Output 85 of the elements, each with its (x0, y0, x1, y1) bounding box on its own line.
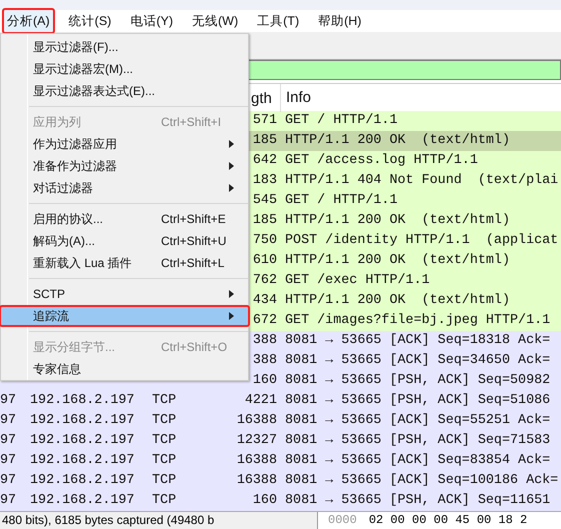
menu-bar-item[interactable]: 帮助(H) (313, 8, 366, 34)
menu-item[interactable]: 启用的协议... Ctrl+Shift+E (0, 208, 250, 230)
column-header[interactable]: gth (251, 90, 272, 106)
packet-row[interactable]: 97 192.168.2.197 TCP 160 8081 → 53665 [PSH, ACK] Seq=11651 (0, 491, 561, 511)
table-cell: 185 (252, 133, 277, 148)
table-cell: 192.168.2.197 (30, 413, 134, 428)
table-cell: 160 (252, 493, 277, 508)
menu-bar-item[interactable]: 无线(W) (187, 8, 244, 34)
packet-row[interactable]: 97 192.168.2.197 TCP 16388 8081 → 53665 [ACK] Seq=83854 Ack= (0, 451, 561, 471)
packet-row[interactable]: 97 192.168.2.197 TCP 16388 8081 → 53665 [ACK] Seq=100186 Ack= (0, 471, 561, 491)
table-cell: 192.168.2.197 (30, 433, 134, 448)
packet-row[interactable]: 97 192.168.2.197 TCP 12327 8081 → 53665 [PSH, ACK] Seq=71583 (0, 431, 561, 451)
submenu-arrow-icon (229, 290, 234, 298)
table-cell: 8081 → 53665 [PSH, ACK] Seq=51086 (285, 393, 550, 408)
menu-bar-item[interactable]: 分析(A) (2, 8, 55, 34)
table-cell: 16388 (236, 453, 277, 468)
table-cell: 672 (252, 313, 277, 328)
submenu-arrow-icon (229, 162, 234, 170)
table-cell: 642 (252, 153, 277, 168)
submenu-arrow-icon (229, 184, 234, 192)
table-cell: 12327 (236, 433, 277, 448)
table-cell: 8081 → 53665 [ACK] Seq=55251 Ack= (285, 413, 550, 428)
table-cell: GET /access.log HTTP/1.1 (285, 153, 478, 168)
table-cell: 610 (252, 253, 277, 268)
table-cell: 16388 (236, 413, 277, 428)
table-cell: 16388 (236, 473, 277, 488)
table-cell: 8081 → 53665 [ACK] Seq=34650 Ack= (285, 353, 550, 368)
packet-row[interactable]: 97 192.168.2.197 TCP 4221 8081 → 53665 [PSH, ACK] Seq=51086 (0, 391, 561, 411)
table-cell: 97 (0, 393, 16, 408)
submenu-arrow-icon (229, 140, 234, 148)
table-cell: TCP (152, 453, 176, 468)
table-cell: 388 (252, 353, 277, 368)
menu-item[interactable]: 解码为(A)... Ctrl+Shift+U (0, 230, 250, 252)
table-cell: 8081 → 53665 [PSH, ACK] Seq=11651 (285, 493, 550, 508)
table-cell: GET / HTTP/1.1 (285, 113, 398, 128)
table-cell: 160 (252, 373, 277, 388)
table-cell: 97 (0, 473, 16, 488)
table-cell: POST /identity HTTP/1.1 (applicat (285, 233, 558, 248)
table-cell: 750 (252, 233, 277, 248)
table-cell: GET / HTTP/1.1 (285, 193, 398, 208)
table-cell: TCP (152, 433, 176, 448)
packet-row[interactable]: 97 192.168.2.197 TCP 16388 8081 → 53665 [ACK] Seq=55251 Ack= (0, 411, 561, 431)
table-cell: 434 (252, 293, 277, 308)
table-cell: TCP (152, 393, 176, 408)
status-text: 480 bits), 6185 bytes captured (49480 b (2, 513, 214, 527)
table-cell: 185 (252, 213, 277, 228)
table-cell: 571 (252, 113, 277, 128)
table-cell: 8081 → 53665 [ACK] Seq=18318 Ack= (285, 333, 550, 348)
menu-item[interactable]: 显示过滤器宏(M)... (0, 58, 250, 80)
table-cell: 388 (252, 333, 277, 348)
table-cell: 183 (252, 173, 277, 188)
table-cell: GET /exec HTTP/1.1 (285, 273, 430, 288)
table-cell: HTTP/1.1 200 OK (text/html) (285, 133, 510, 148)
table-cell: 4221 (244, 393, 277, 408)
menu-item[interactable]: 追踪流 (0, 305, 250, 327)
menu-item[interactable]: 显示过滤器表达式(E)... (0, 80, 250, 102)
table-cell: 762 (252, 273, 277, 288)
table-cell: 97 (0, 493, 16, 508)
table-cell: TCP (152, 413, 176, 428)
table-cell: 8081 → 53665 [ACK] Seq=100186 Ack= (285, 473, 558, 488)
table-cell: 192.168.2.197 (30, 393, 134, 408)
table-cell: 545 (252, 193, 277, 208)
table-cell: GET /images?file=bj.jpeg HTTP/1.1 (285, 313, 550, 328)
menu-bar-item[interactable]: 工具(T) (252, 8, 304, 34)
table-cell: 97 (0, 413, 16, 428)
table-cell: TCP (152, 473, 176, 488)
table-cell: 8081 → 53665 [PSH, ACK] Seq=50982 (285, 373, 550, 388)
menu-item[interactable]: 重新载入 Lua 插件 Ctrl+Shift+L (0, 252, 250, 274)
table-cell: 192.168.2.197 (30, 453, 134, 468)
table-cell: 97 (0, 453, 16, 468)
table-cell: 8081 → 53665 [ACK] Seq=83854 Ack= (285, 453, 550, 468)
table-cell: 97 (0, 433, 16, 448)
table-cell: 8081 → 53665 [PSH, ACK] Seq=71583 (285, 433, 550, 448)
table-cell: HTTP/1.1 404 Not Found (text/plai (285, 173, 558, 188)
table-cell: HTTP/1.1 200 OK (text/html) (285, 213, 510, 228)
byte-offset: 0000 (328, 513, 357, 527)
table-cell: TCP (152, 493, 176, 508)
menu-bar-item[interactable]: 统计(S) (64, 8, 116, 34)
table-cell: 192.168.2.197 (30, 473, 134, 488)
table-cell: HTTP/1.1 200 OK (text/html) (285, 293, 510, 308)
hex-bytes: 02 00 00 00 45 00 18 2 (368, 513, 528, 527)
table-cell: HTTP/1.1 200 OK (text/html) (285, 253, 510, 268)
table-cell: 192.168.2.197 (30, 493, 134, 508)
submenu-arrow-icon (229, 312, 234, 320)
menu-bar-item[interactable]: 电话(Y) (125, 8, 178, 34)
